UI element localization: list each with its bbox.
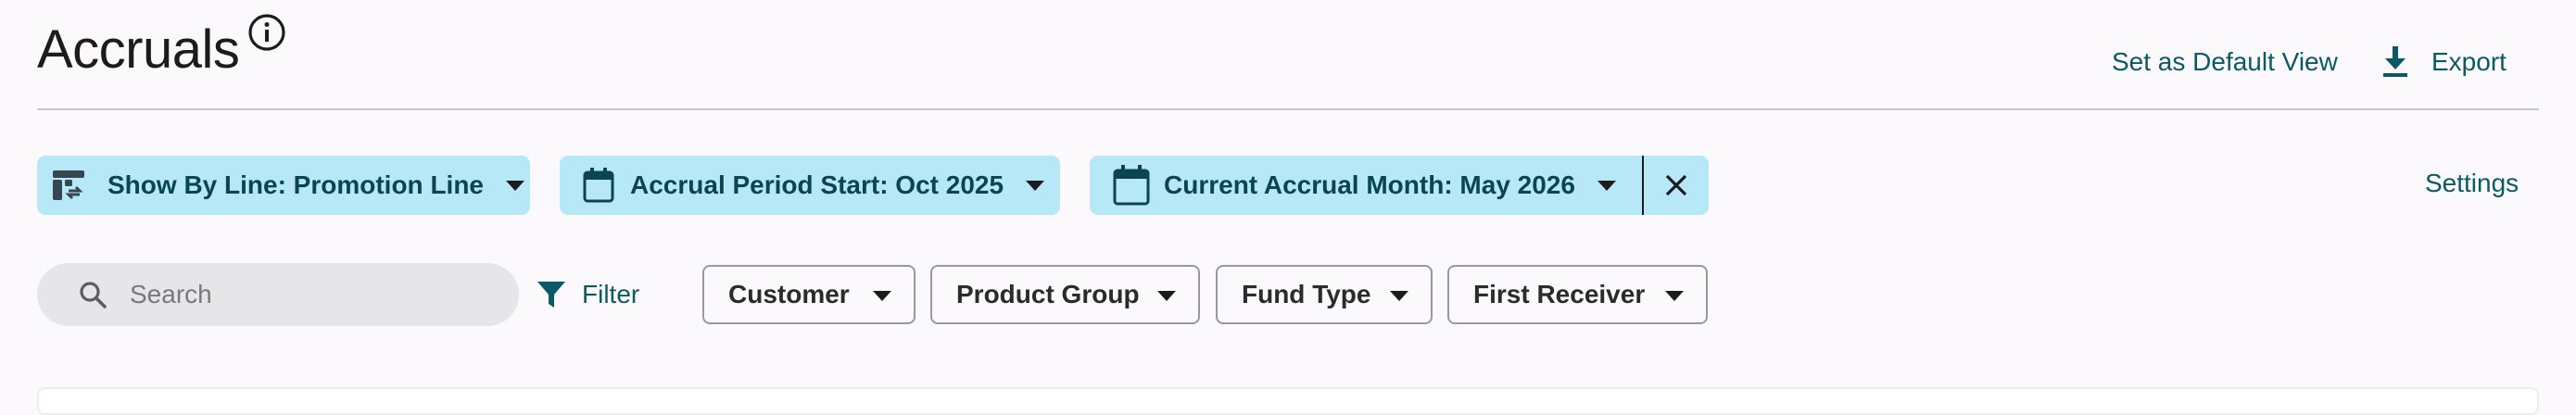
first-receiver-dropdown[interactable]: First Receiver — [1447, 265, 1708, 324]
dropdown-label: Fund Type — [1242, 280, 1371, 308]
dropdown-label: Product Group — [956, 280, 1140, 308]
set-default-view-link[interactable]: Set as Default View — [2112, 46, 2338, 78]
search-box[interactable] — [37, 263, 519, 326]
table-swap-icon — [53, 170, 84, 200]
chevron-down-icon — [1157, 291, 1176, 301]
export-button[interactable]: Export — [2431, 46, 2507, 78]
chevron-down-icon — [1026, 180, 1045, 191]
filter-label: Filter — [582, 280, 640, 308]
product-group-dropdown[interactable]: Product Group — [930, 265, 1200, 324]
search-icon — [80, 282, 107, 308]
chip-label: Accrual Period Start: Oct 2025 — [630, 170, 1004, 199]
info-icon[interactable] — [247, 13, 286, 52]
show-by-line-chip[interactable]: Show By Line: Promotion Line — [37, 156, 530, 215]
filter-button[interactable]: Filter — [536, 274, 639, 315]
dropdown-label: First Receiver — [1473, 280, 1646, 308]
page-title: Accruals — [37, 19, 240, 80]
close-icon — [1665, 174, 1687, 196]
calendar-icon — [1113, 165, 1150, 206]
header-divider — [37, 108, 2539, 110]
chevron-down-icon — [873, 291, 891, 301]
clear-chip-button[interactable] — [1644, 156, 1709, 215]
download-icon[interactable] — [2380, 44, 2411, 78]
current-accrual-month-chip[interactable]: Current Accrual Month: May 2026 — [1090, 156, 1709, 215]
accrual-period-start-chip[interactable]: Accrual Period Start: Oct 2025 — [560, 156, 1060, 215]
chip-label: Show By Line: Promotion Line — [107, 170, 484, 199]
funnel-icon — [537, 282, 565, 308]
search-input[interactable] — [128, 279, 484, 310]
results-panel — [37, 387, 2539, 415]
chevron-down-icon — [1390, 291, 1408, 301]
chevron-down-icon — [1665, 291, 1684, 301]
chip-label: Current Accrual Month: May 2026 — [1164, 170, 1575, 199]
customer-dropdown[interactable]: Customer — [702, 265, 915, 324]
settings-link[interactable]: Settings — [2425, 169, 2519, 198]
calendar-icon — [583, 168, 614, 203]
dropdown-label: Customer — [728, 280, 850, 308]
fund-type-dropdown[interactable]: Fund Type — [1216, 265, 1433, 324]
chevron-down-icon — [1597, 180, 1616, 191]
chevron-down-icon — [506, 180, 524, 191]
